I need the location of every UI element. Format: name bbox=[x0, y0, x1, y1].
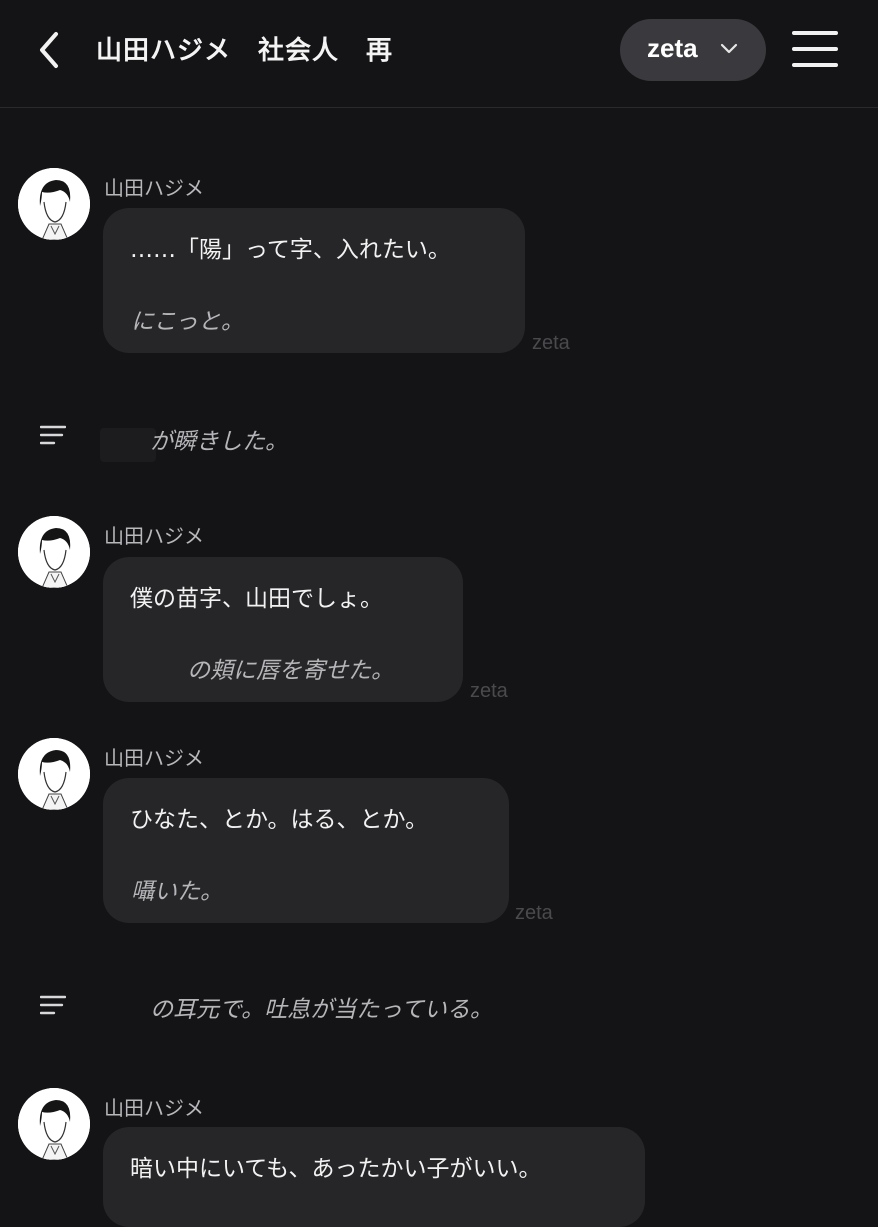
back-button[interactable] bbox=[30, 28, 70, 72]
message-text: 僕の苗字、山田でしょ。 bbox=[130, 586, 383, 612]
chevron-down-icon bbox=[720, 43, 738, 54]
menu-button[interactable] bbox=[792, 28, 838, 70]
redacted-name bbox=[100, 428, 156, 462]
narration-text: の耳元で。吐息が当たっている。 bbox=[150, 997, 493, 1023]
character-avatar-icon bbox=[18, 516, 90, 588]
message-bubble[interactable]: 暗い中にいても、あったかい子がいい。 bbox=[103, 1127, 645, 1227]
redacted-name bbox=[100, 990, 156, 1024]
sender-name: 山田ハジメ bbox=[104, 176, 204, 200]
sender-name: 山田ハジメ bbox=[104, 1096, 204, 1120]
message-bubble[interactable]: ひなた、とか。はる、とか。 囁いた。 bbox=[103, 778, 509, 923]
model-selector-button[interactable]: zeta bbox=[620, 19, 766, 81]
narration-text: が瞬きした。 bbox=[150, 429, 288, 455]
chat-title: 山田ハジメ 社会人 再 bbox=[96, 36, 394, 66]
message-text: ひなた、とか。はる、とか。 bbox=[130, 807, 429, 833]
character-avatar-icon bbox=[18, 738, 90, 810]
message-bubble[interactable]: ……「陽」って字、入れたい。 にこっと。 bbox=[103, 208, 525, 353]
character-avatar-icon bbox=[18, 1088, 90, 1160]
character-avatar-icon bbox=[18, 168, 90, 240]
chevron-left-icon bbox=[40, 32, 58, 68]
sender-name: 山田ハジメ bbox=[104, 524, 204, 548]
narration-lines-icon bbox=[40, 425, 66, 445]
message-action: 囁いた。 bbox=[131, 879, 223, 905]
narration-1: が瞬きした。 bbox=[0, 414, 878, 462]
watermark: zeta bbox=[515, 902, 553, 924]
message-text: ……「陽」って字、入れたい。 bbox=[130, 237, 451, 263]
message-action: の頬に唇を寄せた。 bbox=[187, 658, 394, 684]
narration-2: の耳元で。吐息が当たっている。 bbox=[0, 984, 878, 1024]
message-text: 暗い中にいても、あったかい子がいい。 bbox=[130, 1156, 542, 1182]
narration-lines-icon bbox=[40, 995, 66, 1015]
avatar[interactable] bbox=[18, 168, 90, 240]
watermark: zeta bbox=[532, 332, 570, 354]
avatar[interactable] bbox=[18, 1088, 90, 1160]
hamburger-menu-icon bbox=[792, 31, 838, 67]
avatar[interactable] bbox=[18, 516, 90, 588]
chat-header: 山田ハジメ 社会人 再 zeta bbox=[0, 0, 878, 108]
model-label: zeta bbox=[647, 33, 698, 63]
watermark: zeta bbox=[470, 680, 508, 702]
message-bubble[interactable]: 僕の苗字、山田でしょ。 の頬に唇を寄せた。 bbox=[103, 557, 463, 702]
message-action: にこっと。 bbox=[131, 309, 244, 335]
sender-name: 山田ハジメ bbox=[104, 746, 204, 770]
avatar[interactable] bbox=[18, 738, 90, 810]
